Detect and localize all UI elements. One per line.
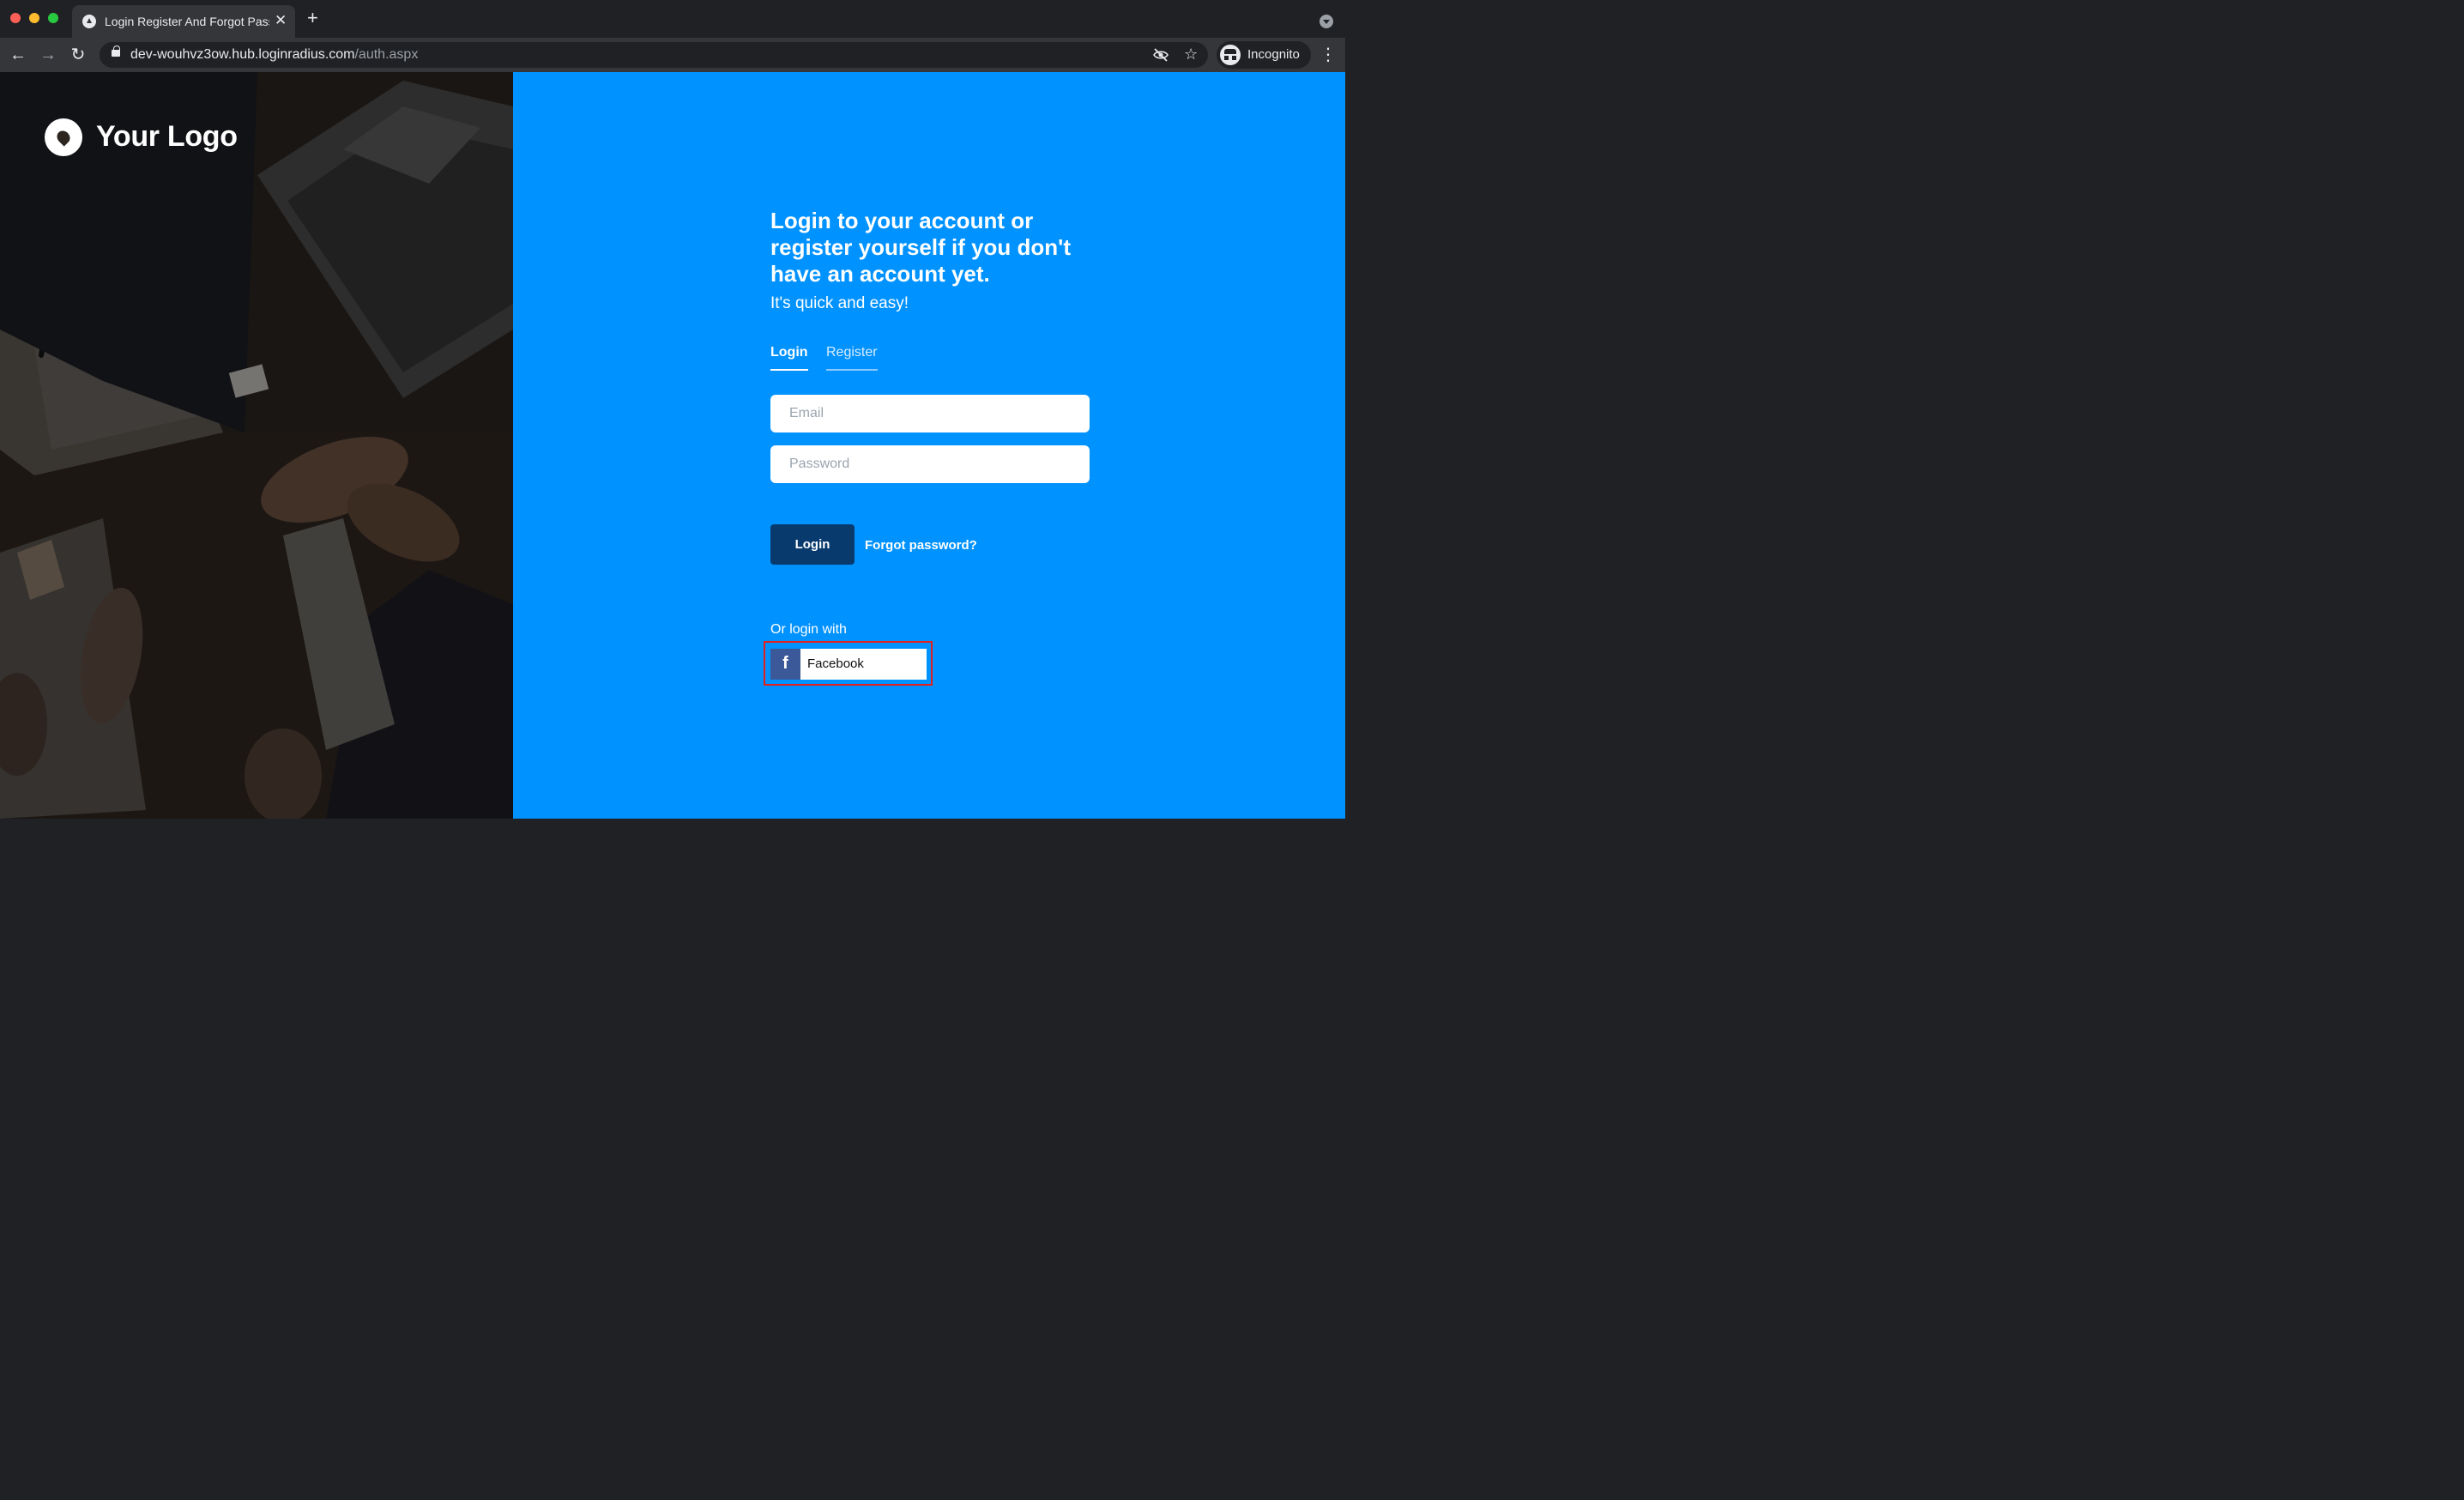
tab-login[interactable]: Login (770, 345, 808, 371)
forward-arrow-icon[interactable]: → (37, 44, 59, 66)
password-field[interactable] (770, 445, 1090, 483)
new-tab-icon[interactable]: + (307, 9, 318, 27)
auth-panel: Login to your account or register yourse… (513, 72, 1345, 819)
browser-tab[interactable]: Login Register And Forgot Pass ✕ (72, 5, 295, 38)
page: Your Logo Login to your account or regis… (0, 72, 1345, 819)
bookmark-star-icon[interactable]: ☆ (1184, 44, 1198, 64)
facebook-login-button[interactable]: f Facebook (770, 649, 927, 680)
tab-title: Login Register And Forgot Pass (105, 15, 269, 28)
eye-slash-icon[interactable] (1153, 47, 1169, 63)
social-login-label: Or login with (770, 622, 847, 637)
lock-icon[interactable] (112, 45, 120, 57)
profile-label: Incognito (1247, 47, 1300, 62)
back-arrow-icon[interactable]: ← (7, 44, 29, 66)
window-close-icon[interactable] (10, 13, 21, 23)
tab-register[interactable]: Register (826, 345, 878, 371)
forgot-password-link[interactable]: Forgot password? (865, 538, 977, 553)
logo-text: Your Logo (96, 120, 238, 153)
tab-close-icon[interactable]: ✕ (275, 13, 287, 28)
address-bar[interactable]: dev-wouhvz3ow.hub.loginradius.com/auth.a… (100, 42, 1208, 68)
kebab-menu-icon[interactable]: ⋮ (1320, 45, 1337, 65)
browser-tab-bar: Login Register And Forgot Pass ✕ + (0, 0, 1345, 38)
facebook-icon: f (770, 649, 800, 680)
window-minimize-icon[interactable] (29, 13, 39, 23)
email-field[interactable] (770, 395, 1090, 432)
tab-search-icon[interactable] (1320, 15, 1333, 28)
page-title: Login to your account or register yourse… (770, 208, 1072, 287)
reload-icon[interactable]: ↻ (67, 44, 89, 66)
page-subtitle: It's quick and easy! (770, 294, 909, 312)
hero-image (0, 72, 513, 819)
window-maximize-icon[interactable] (48, 13, 58, 23)
favicon-icon (82, 15, 96, 28)
incognito-profile-button[interactable]: Incognito (1217, 41, 1311, 69)
logo-icon (45, 118, 82, 156)
incognito-icon (1220, 45, 1241, 65)
facebook-label: Facebook (807, 656, 864, 671)
hero-panel: Your Logo (0, 72, 513, 819)
login-button[interactable]: Login (770, 524, 855, 565)
url-text[interactable]: dev-wouhvz3ow.hub.loginradius.com/auth.a… (130, 47, 418, 63)
browser-toolbar: ← → ↻ dev-wouhvz3ow.hub.loginradius.com/… (0, 38, 1345, 72)
